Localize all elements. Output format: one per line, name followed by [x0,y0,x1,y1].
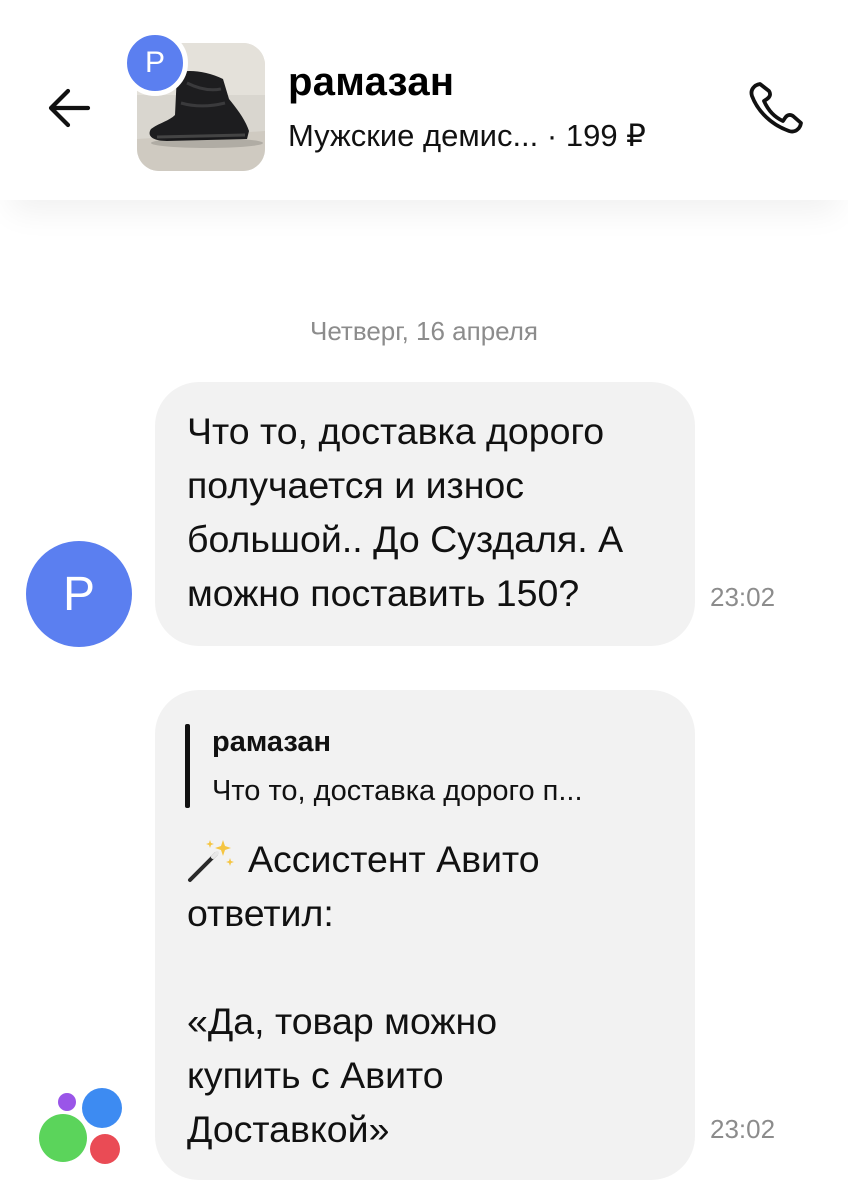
quote-bar [185,724,190,808]
magic-wand-icon [188,840,234,882]
message-text: Что то, доставка дорого получается и изн… [187,404,687,620]
contact-name[interactable]: рамазан [288,60,454,105]
sender-avatar[interactable]: Р [26,541,132,647]
back-button[interactable] [40,80,100,136]
message-time: 23:02 [710,1114,776,1144]
message-line: можно поставить 150? [187,572,580,614]
call-button[interactable] [738,76,810,138]
listing-subtitle[interactable]: Мужские демис... · 199 ₽ [288,118,646,154]
message-line: Что то, доставка дорого [187,410,605,452]
message-line: ответил: [187,892,334,934]
message-line: Доставкой» [187,1108,390,1150]
message-line: большой.. До Суздаля. А [187,518,624,560]
message-line: получается и износ [187,464,525,506]
date-separator: Четверг, 16 апреля [309,316,539,346]
message-line: купить с Авито [187,1054,444,1096]
phone-icon [749,82,803,134]
message-line: «Да, товар можно [187,1000,498,1042]
message-time: 23:02 [710,582,776,612]
arrow-left-icon [48,88,91,128]
chat-header: Р рамазан Мужские демис... · 199 ₽ [0,0,848,200]
avatar-letter: Р [144,46,165,79]
avito-logo-icon [39,1088,122,1164]
message-line: Ассистент Авито [248,838,540,880]
avatar-letter: Р [62,567,95,621]
contact-avatar-small[interactable]: Р [122,30,188,96]
quote-author: рамазан [212,726,332,758]
quote-text: Что то, доставка дорого п... [212,775,583,807]
